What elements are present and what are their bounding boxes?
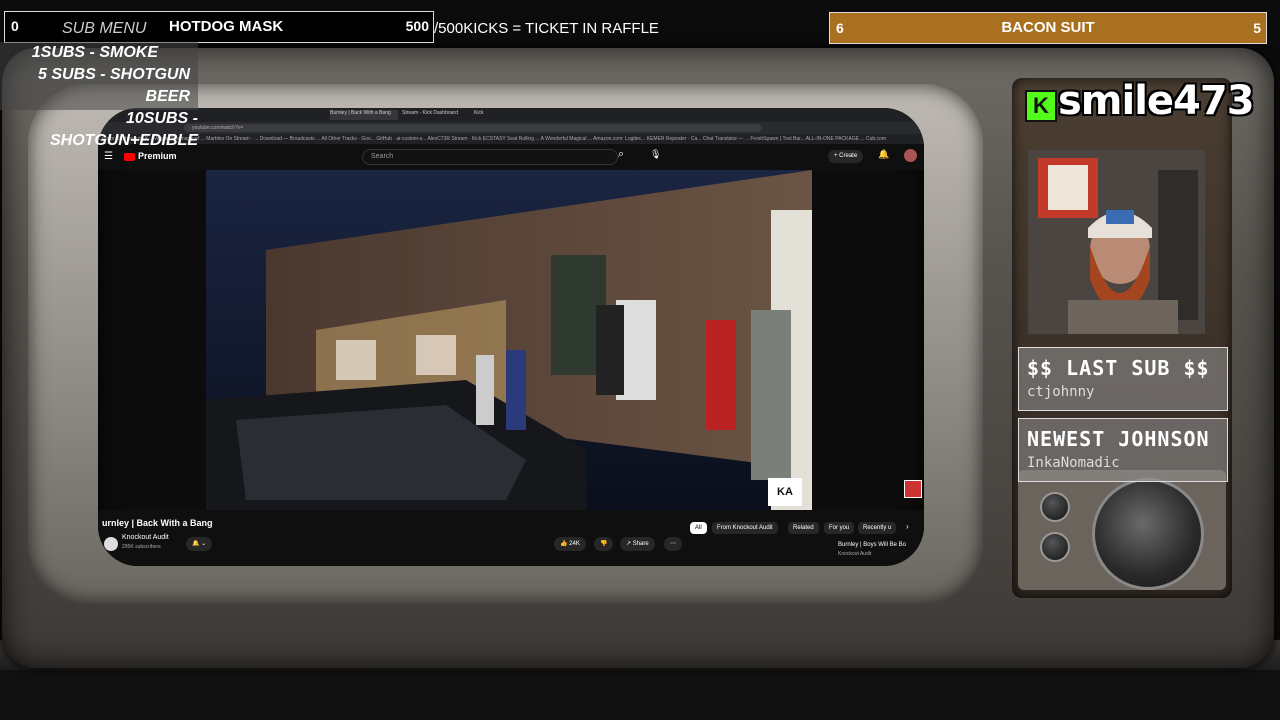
sub-menu-item: 5 SUBS - SHOTGUN BEER [37,66,190,105]
tuning-knob-icon [1040,532,1070,562]
chip-recently[interactable]: Recently u [858,522,897,534]
youtube-play-icon [124,152,135,161]
next-video-title[interactable]: Burnley | Boys Will Be Bo [838,542,906,548]
newest-value: InkaNomadic [1027,455,1120,471]
last-sub-value: ctjohnny [1027,384,1095,400]
create-button[interactable]: + Create [828,150,864,163]
bookmarks-bar[interactable]: Creator Dashboard · K... Vegas: The magi… [98,134,924,144]
browser-tab[interactable]: Stream - Kick Dashboard [402,110,462,120]
tv-screen: Burnley | Back With a Bang Stream - Kick… [98,108,924,566]
like-count: 24K [569,541,580,547]
sub-menu-item: 1SUBS - SMOKE [31,44,158,61]
last-sub-box: $$ LAST SUB $$ ctjohnny [1018,347,1228,411]
browser-tab[interactable] [258,110,328,120]
last-sub-title: $$ LAST SUB $$ [1027,356,1210,380]
notifications-bell-icon[interactable]: 🔔 [878,149,889,160]
browser-tab[interactable]: Kick [474,110,534,120]
video-player[interactable]: KA [206,170,812,510]
browser-address-bar: youtube.com/watch?v= [98,122,924,134]
like-button[interactable]: 👍 24K [554,537,586,551]
sub-menu-list: 1SUBS - SMOKE 5 SUBS - SHOTGUN BEER 10SU… [0,42,198,149]
volume-knob-icon [1040,492,1070,522]
share-label: Share [632,541,649,547]
tab-label: Kick [474,110,484,116]
more-options-icon[interactable]: ⋯ [664,537,682,551]
search-icon[interactable]: ⌕ [618,148,624,161]
tab-label: Stream - Kick Dashboard [402,110,458,116]
dislike-button[interactable]: 👎 [594,537,614,551]
tab-label: Burnley | Back With a Bang [330,110,391,116]
streamer-name: smile473 [1058,78,1255,124]
url-field[interactable]: youtube.com/watch?v= [184,124,762,132]
youtube-premium-label: Premium [138,151,177,161]
chip-all[interactable]: All [690,522,707,534]
goal-target-count: 5 [1253,20,1261,36]
sub-menu-label: SUB MENU [62,20,147,37]
goal-label: BACON SUIT [1001,19,1095,36]
newest-follower-box: NEWEST JOHNSON InkaNomadic [1018,418,1228,482]
youtube-search-input[interactable]: Search [362,149,618,165]
kick-logo-icon: K [1025,90,1057,122]
goal-target-count: 500 [405,18,429,34]
channel-watermark: KA [768,478,802,506]
youtube-logo[interactable]: Premium [124,151,177,161]
chip-from-channel[interactable]: From Knockout Audit [712,522,778,534]
sub-goal-bar: 0 SUB MENU HOTDOG MASK 500 [4,11,434,43]
video-info-area: urnley | Back With a Bang Knockout Audit… [98,510,924,566]
create-label: Create [839,153,858,159]
webcam-image [1028,150,1205,334]
channel-avatar[interactable] [104,537,118,551]
floor [0,670,1280,720]
goal-label: HOTDOG MASK [169,18,284,35]
next-video-channel: Knockout Audit [838,551,872,557]
bacon-goal-bar: 6 BACON SUIT 5 [829,12,1267,44]
avatar[interactable] [904,149,917,162]
microphone-icon[interactable]: 🎙 [650,149,661,160]
hamburger-menu-icon[interactable]: ☰ [104,151,113,162]
video-overlay-icon[interactable] [904,480,922,498]
chip-related[interactable]: Related [788,522,819,534]
youtube-header: ☰ Premium Search ⌕ 🎙 + Create 🔔 [98,144,924,170]
browser-tab-bar: Burnley | Back With a Bang Stream - Kick… [98,108,924,122]
sub-menu-item: 10SUBS - SHOTGUN+EDIBLE [49,110,198,149]
subscriber-count: 295K subscribers [122,544,161,550]
goal-current-count: 0 [11,18,19,34]
video-title: urnley | Back With a Bang [102,518,213,528]
newest-title: NEWEST JOHNSON [1027,427,1210,451]
chip-for-you[interactable]: For you [824,522,855,534]
browser-tab-active[interactable]: Burnley | Back With a Bang [330,110,398,120]
kicks-raffle-text: /500KICKS = TICKET IN RAFFLE [434,20,659,37]
share-button[interactable]: ↗ Share [620,537,655,551]
chevron-right-icon[interactable]: › [906,522,909,531]
video-frame-image [206,170,812,510]
channel-knob-icon [1092,478,1204,590]
webcam-feed [1028,150,1205,334]
channel-name[interactable]: Knockout Audit [122,534,169,541]
notification-bell-button[interactable]: 🔔 ⌄ [186,537,213,551]
